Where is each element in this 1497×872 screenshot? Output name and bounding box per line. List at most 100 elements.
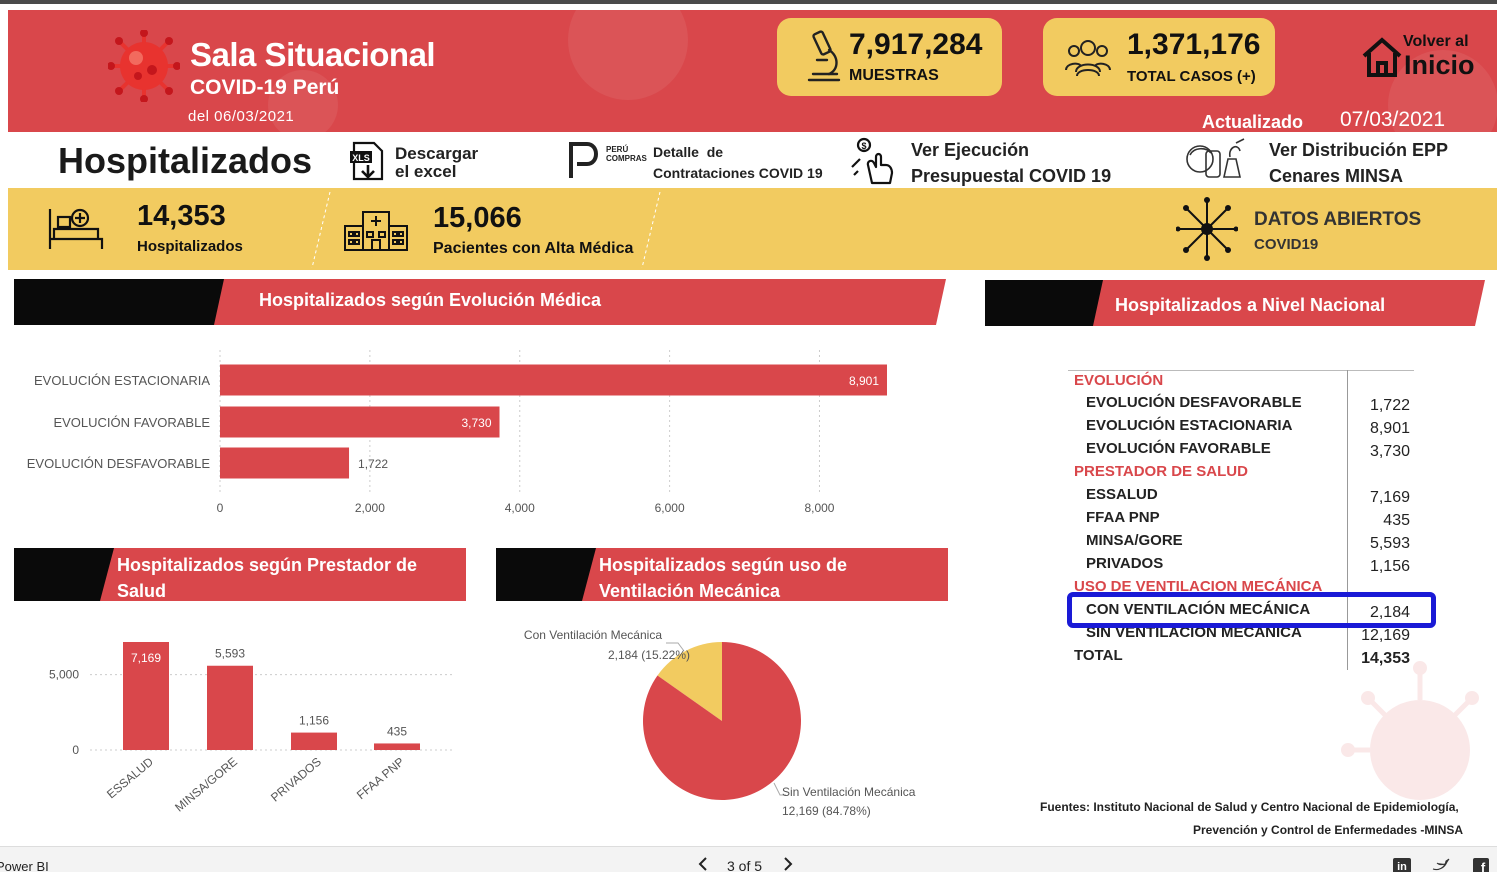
microscope-icon (807, 30, 841, 82)
section-header-black-tab (14, 548, 114, 601)
hand-money-icon[interactable]: $ (850, 137, 900, 187)
data-label: 7,169 (131, 651, 161, 665)
x-tick-label: 8,000 (804, 501, 834, 515)
section-title: Hospitalizados según Evolución Médica (259, 290, 602, 310)
download-excel-line2: el excel (395, 162, 457, 182)
powerbi-label[interactable]: Power BI (0, 859, 49, 872)
section-title: Hospitalizados según Prestador de Salud (117, 552, 417, 604)
category-label: PRIVADOS (268, 755, 324, 805)
x-tick-label: 4,000 (505, 501, 535, 515)
sources-line1: Fuentes: Instituto Nacional de Salud y C… (1040, 800, 1459, 814)
virus-watermark (568, 10, 688, 100)
section-header-nacional: Hospitalizados a Nivel Nacional (985, 280, 1485, 326)
table-row: EVOLUCIÓN DESFAVORABLE 1,722 (1068, 394, 1410, 417)
bar[interactable] (374, 743, 420, 750)
ppe-icon[interactable] (1184, 137, 1248, 183)
category-label: EVOLUCIÓN FAVORABLE (53, 415, 210, 430)
table-row: FFAA PNP 435 (1068, 509, 1410, 532)
y-tick-label: 5,000 (49, 668, 79, 682)
home-icon[interactable] (1361, 36, 1403, 78)
updated-date: 07/03/2021 (1340, 108, 1446, 131)
svg-text:f: f (1481, 860, 1486, 872)
hospital-bed-icon (48, 208, 104, 249)
chevron-right-icon[interactable] (781, 856, 795, 872)
pie-label-name: Con Ventilación Mecánica (524, 628, 662, 642)
home-button-top-label[interactable]: Volver al (1403, 33, 1469, 51)
dashboard-subtitle: COVID-19 Perú (190, 76, 340, 99)
hospitalizados-label: Hospitalizados (137, 238, 243, 255)
excel-badge: XLS (352, 153, 370, 163)
section-header-evolucion: Hospitalizados según Evolución Médica (14, 279, 946, 325)
x-tick-label: 6,000 (655, 501, 685, 515)
kpi-casos-label: TOTAL CASOS (+) (1127, 68, 1256, 85)
hospitalizados-value: 14,353 (137, 200, 226, 232)
table-row: EVOLUCIÓN ESTACIONARIA 8,901 (1068, 417, 1410, 440)
network-icon[interactable] (1176, 196, 1238, 262)
page-indicator: 3 of 5 (727, 858, 763, 872)
y-tick-label: 0 (72, 743, 79, 757)
bar[interactable] (220, 364, 887, 396)
table-row-label: MINSA/GORE (1086, 532, 1183, 549)
table-row-label: TOTAL (1074, 647, 1123, 664)
epp-line2: Cenares MINSA (1269, 166, 1404, 186)
facebook-icon[interactable]: f (1472, 858, 1490, 872)
table-row-label: ESSALUD (1086, 486, 1158, 503)
table-row-value: 1,156 (1369, 558, 1410, 575)
altas-label: Pacientes con Alta Médica (433, 240, 634, 257)
category-label: FFAA PNP (354, 755, 407, 803)
ejecucion-line2: Presupuestal COVID 19 (911, 166, 1112, 186)
people-group-icon (1065, 40, 1111, 77)
kpi-casos-value: 1,371,176 (1127, 28, 1261, 61)
data-label: 8,901 (849, 374, 879, 388)
contrataciones-link[interactable]: Detalle de Contrataciones COVID 19 (653, 142, 823, 184)
section-header-prestador: Hospitalizados según Prestador de Salud (14, 548, 466, 601)
epp-line1: Ver Distribución EPP (1269, 140, 1449, 160)
excel-download-icon[interactable]: XLS (348, 141, 388, 181)
data-label: 3,730 (461, 416, 491, 430)
section-header-black-tab (496, 548, 596, 601)
section-header-black-tab (985, 280, 1105, 326)
peru-compras-logo-icon[interactable] (567, 140, 605, 180)
table-row-value: 8,901 (1369, 420, 1410, 437)
category-label: MINSA/GORE (172, 755, 240, 815)
twitter-icon[interactable] (1432, 858, 1450, 872)
chart-prestador-salud: 0 5,000 7,169 ESSALUD 5,593 MINSA/GORE 1,156 PR… (49, 642, 454, 815)
virus-logo-icon (108, 30, 180, 102)
table-row-value: 435 (1383, 512, 1410, 529)
x-tick-label: 2,000 (355, 501, 385, 515)
chevron-left-icon[interactable] (696, 856, 710, 872)
bar[interactable] (220, 447, 350, 479)
linkedin-icon[interactable]: in (1393, 858, 1411, 872)
datos-abiertos-subtitle[interactable]: COVID19 (1254, 236, 1318, 253)
table-row-label: EVOLUCIÓN DESFAVORABLE (1086, 394, 1302, 411)
ejecucion-presupuestal-link[interactable]: Ver Ejecución Presupuestal COVID 19 (911, 137, 1111, 189)
dashboard-date: del 06/03/2021 (188, 108, 295, 125)
section-title-line2: Salud (117, 581, 167, 601)
distribucion-epp-link[interactable]: Ver Distribución EPP Cenares MINSA (1269, 137, 1448, 189)
bar[interactable] (220, 406, 500, 438)
table-row-value: 12,169 (1361, 627, 1410, 644)
highlight-annotation-box (1067, 592, 1436, 628)
sources-line2: Prevención y Control de Enfermedades -MI… (1193, 823, 1464, 837)
bar[interactable] (291, 732, 337, 750)
table-row: EVOLUCIÓN FAVORABLE 3,730 (1068, 440, 1410, 463)
kpi-muestras-label: MUESTRAS (849, 67, 939, 84)
download-excel-link[interactable]: Descargar el excel (395, 143, 478, 183)
table-section-row: PRESTADOR DE SALUD (1068, 463, 1410, 486)
home-button-label[interactable]: Inicio (1404, 50, 1475, 81)
updated-label: Actualizado (1202, 112, 1304, 132)
category-label: EVOLUCIÓN ESTACIONARIA (34, 373, 210, 388)
bar[interactable] (207, 665, 253, 750)
table-row-value: 7,169 (1369, 489, 1410, 506)
data-label: 1,156 (299, 714, 329, 728)
peru-compras-logo-text: PERÚ COMPRAS (606, 145, 647, 163)
section-header-black-tab (14, 279, 226, 325)
table-row-value: 3,730 (1369, 443, 1410, 460)
svg-text:$: $ (861, 141, 866, 151)
altas-value: 15,066 (433, 202, 522, 234)
peru-compras-logo-line1: PERÚ (606, 145, 629, 154)
kpi-casos-card: 1,371,176 TOTAL CASOS (+) (1043, 18, 1275, 96)
datos-abiertos-title[interactable]: DATOS ABIERTOS (1254, 209, 1421, 231)
kpi-muestras-card: 7,917,284 MUESTRAS (777, 18, 1002, 96)
table-row: PRIVADOS 1,156 (1068, 555, 1410, 578)
